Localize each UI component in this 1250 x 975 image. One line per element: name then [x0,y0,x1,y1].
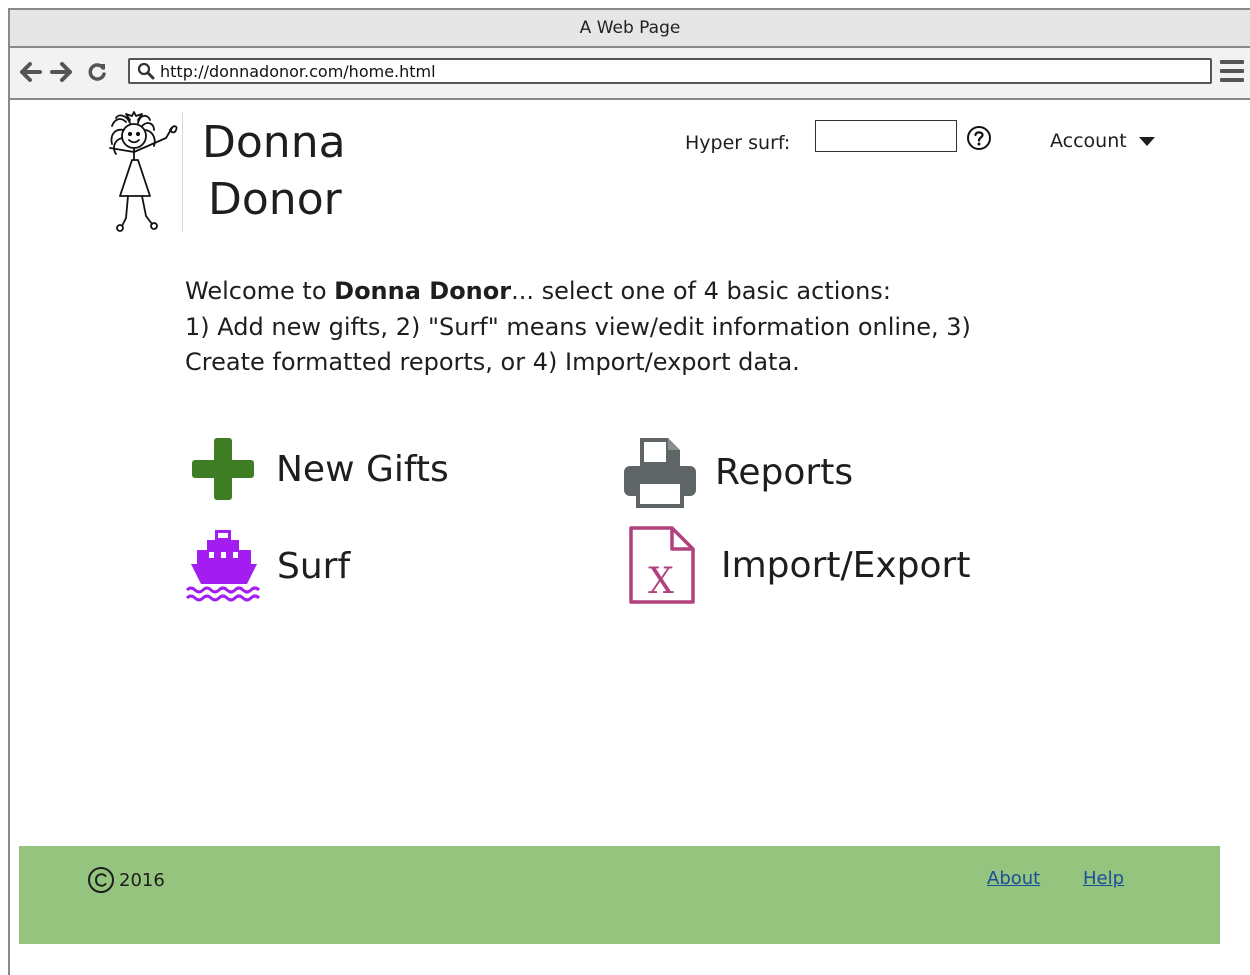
url-input[interactable] [160,61,1060,81]
logo-divider [182,112,183,232]
hamburger-icon-bar [1220,69,1244,73]
forward-arrow-icon [50,62,72,82]
brand-line-1: Donna [202,117,346,168]
address-bar[interactable] [128,58,1212,84]
printer-icon [624,438,696,508]
copyright: 2016 [87,866,165,894]
copyright-year: 2016 [119,869,165,891]
account-dropdown[interactable]: Account [1050,130,1155,152]
reload-button[interactable] [84,59,110,85]
hamburger-icon-bar [1220,78,1244,82]
account-label: Account [1050,130,1127,152]
hamburger-icon-bar [1220,60,1244,64]
welcome-text: Welcome to Donna Donor... select one of … [185,274,1055,381]
surf-action[interactable]: Surf [185,530,350,602]
plus-icon [192,438,254,500]
reports-action[interactable]: Reports [622,436,853,508]
import-export-action[interactable]: X Import/Export [628,525,970,605]
back-arrow-icon [20,62,42,82]
about-link[interactable]: About [987,868,1040,889]
search-icon [137,62,155,80]
welcome-prefix: Welcome to [185,277,335,305]
donna-donor-logo-icon [109,111,178,232]
reload-icon [88,63,106,81]
copyright-icon [88,867,114,893]
welcome-line-3: Create formatted reports, or 4) Import/e… [185,348,800,376]
ship-icon [185,530,261,602]
forward-button[interactable] [48,59,74,85]
svg-text:X: X [648,561,674,602]
back-button[interactable] [18,59,44,85]
browser-navbar [10,48,1250,100]
import-export-label: Import/Export [721,544,971,586]
hyper-surf-input[interactable] [815,120,957,152]
excel-file-icon: X [629,526,695,604]
surf-label: Surf [277,545,351,587]
welcome-line-1: Welcome to Donna Donor... select one of … [185,274,1055,310]
welcome-line-1-rest: ... select one of 4 basic actions: [511,277,891,305]
brand-line-2: Donor [208,174,342,225]
welcome-brand: Donna Donor [334,277,512,305]
page-footer: 2016 About Help [19,846,1220,944]
site-brand[interactable]: Donna Donor [202,114,346,228]
browser-menu-button[interactable] [1220,60,1244,82]
reports-label: Reports [715,451,854,493]
hyper-surf-label: Hyper surf: [685,132,791,154]
help-question-icon[interactable] [966,125,992,151]
welcome-line-2: 1) Add new gifts, 2) "Surf" means view/e… [185,312,971,341]
new-gifts-action[interactable]: New Gifts [190,436,449,502]
window-titlebar: A Web Page [10,10,1250,48]
chevron-down-icon [1138,136,1155,146]
window-title: A Web Page [579,18,681,38]
new-gifts-label: New Gifts [276,448,449,490]
help-link[interactable]: Help [1083,868,1124,889]
